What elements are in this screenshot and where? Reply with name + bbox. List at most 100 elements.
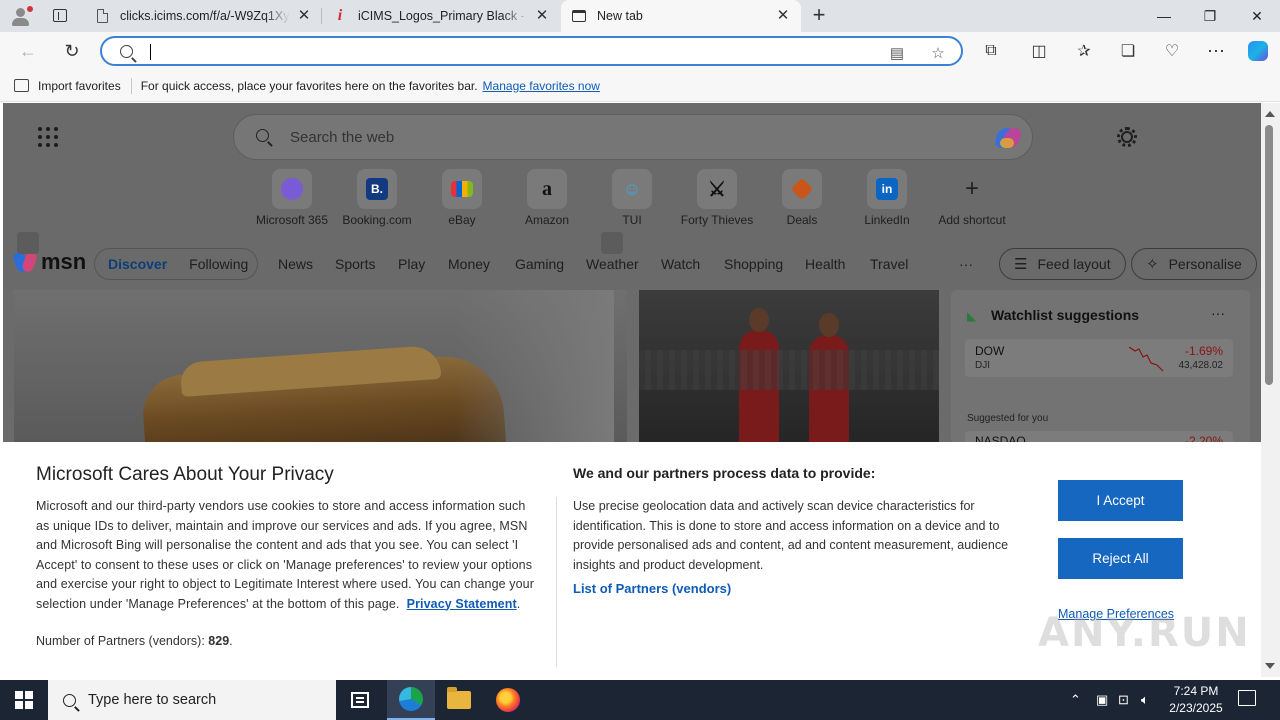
tab-close-icon[interactable]: ✕ <box>296 8 312 24</box>
news-card-football-image[interactable] <box>639 290 939 445</box>
edge-taskbar-icon[interactable] <box>387 680 435 720</box>
tab-icims-logos[interactable]: i iCIMS_Logos_Primary Black - Tea ✕ <box>322 0 560 32</box>
carousel-prev-icon[interactable] <box>17 232 39 254</box>
shortcut-booking[interactable]: B. Booking.com <box>335 169 419 227</box>
nav-travel[interactable]: Travel <box>870 256 908 272</box>
tab-discover[interactable]: Discover <box>108 256 167 272</box>
nav-more-icon[interactable]: ··· <box>959 256 973 272</box>
copilot-icon[interactable] <box>993 124 1023 152</box>
nav-shopping[interactable]: Shopping <box>724 256 783 272</box>
windows-taskbar: Type here to search ⌃ ▣ ⊡ 🔈︎ 7:24 PM 2/2… <box>0 680 1280 720</box>
network-icon[interactable]: ⊡ <box>1118 680 1129 720</box>
tab-close-icon[interactable]: ✕ <box>534 8 550 24</box>
clock[interactable]: 7:24 PM 2/23/2025 <box>1164 683 1228 717</box>
shortcut-ebay[interactable]: eBay <box>420 169 504 227</box>
personalise-button[interactable]: ✧ Personalise <box>1131 248 1257 280</box>
stock-price: 43,428.02 <box>1178 360 1224 371</box>
ntp-search-box[interactable]: Search the web <box>233 114 1033 160</box>
shortcut-label: Microsoft 365 <box>255 213 329 227</box>
shortcut-add[interactable]: + Add shortcut <box>930 169 1014 227</box>
scroll-down-icon[interactable] <box>1265 663 1275 669</box>
firefox-icon[interactable] <box>484 680 532 720</box>
stock-row-dow[interactable]: DOW DJI -1.69% 43,428.02 <box>965 339 1233 377</box>
refresh-icon[interactable]: ↻ <box>58 37 86 65</box>
app-launcher-icon[interactable] <box>38 127 58 147</box>
extensions-puzzle-icon[interactable]: ⧉ <box>977 37 1005 65</box>
show-hidden-icons-chevron-icon[interactable]: ⌃ <box>1070 680 1081 720</box>
privacy-title: Microsoft Cares About Your Privacy <box>36 464 334 485</box>
watchlist-more-icon[interactable]: ··· <box>1211 305 1225 321</box>
task-view-icon[interactable] <box>336 680 384 720</box>
tab-following[interactable]: Following <box>189 256 248 272</box>
tui-icon: ☺ <box>622 178 642 199</box>
tab-new-tab[interactable]: New tab ✕ <box>561 0 801 32</box>
partners-count: 829 <box>208 634 230 648</box>
list-of-partners-link[interactable]: List of Partners (vendors) <box>573 581 731 596</box>
tab-actions-icon[interactable] <box>50 6 70 26</box>
nav-play[interactable]: Play <box>398 256 425 272</box>
trend-icon: ◣ <box>967 309 977 323</box>
nav-news[interactable]: News <box>278 256 313 272</box>
nav-money[interactable]: Money <box>448 256 490 272</box>
profile-avatar-icon[interactable] <box>8 4 34 28</box>
shortcut-linkedin[interactable]: in LinkedIn <box>845 169 929 227</box>
settings-more-icon[interactable]: ⋯ <box>1202 37 1230 65</box>
shortcut-microsoft-365[interactable]: Microsoft 365 <box>250 169 334 227</box>
accept-button[interactable]: I Accept <box>1058 480 1183 521</box>
nav-gaming[interactable]: Gaming <box>515 256 564 272</box>
shortcut-forty-thieves[interactable]: ⚔ Forty Thieves <box>675 169 759 227</box>
shortcut-label: TUI <box>622 213 642 227</box>
windows-start-icon[interactable] <box>15 691 33 709</box>
collections-icon[interactable]: ❏ <box>1114 37 1142 65</box>
new-tab-plus-icon[interactable]: + <box>808 4 830 26</box>
scroll-up-icon[interactable] <box>1265 111 1275 117</box>
shortcut-tui[interactable]: ☺ TUI <box>590 169 674 227</box>
nav-watch[interactable]: Watch <box>661 256 700 272</box>
stock-sub: DJI <box>975 360 990 371</box>
favorite-star-icon[interactable]: ☆ <box>928 43 948 63</box>
immersive-reader-icon[interactable]: ▤ <box>887 43 907 63</box>
restore-icon[interactable]: ❐ <box>1187 0 1233 32</box>
tab-strip: clicks.icims.com/f/a/-W9Zq1Xy7 ✕ i iCIMS… <box>0 0 1280 32</box>
shortcut-label: Amazon <box>524 213 570 227</box>
volume-icon[interactable]: 🔈︎ <box>1141 680 1149 720</box>
address-bar[interactable]: ▤ ☆ <box>100 36 963 66</box>
shortcut-label: LinkedIn <box>864 213 910 227</box>
manage-favorites-link[interactable]: Manage favorites now <box>483 79 600 93</box>
notifications-icon[interactable] <box>1238 690 1256 706</box>
scroll-thumb[interactable] <box>1265 125 1273 385</box>
tab-close-icon[interactable]: ✕ <box>775 8 791 24</box>
nav-sports[interactable]: Sports <box>335 256 375 272</box>
swords-icon: ⚔ <box>708 178 726 201</box>
nav-weather[interactable]: Weather <box>586 256 639 272</box>
nav-health[interactable]: Health <box>805 256 845 272</box>
import-favorites-button[interactable]: Import favorites <box>14 79 121 93</box>
minimize-icon[interactable]: — <box>1141 0 1187 32</box>
reject-all-button[interactable]: Reject All <box>1058 538 1183 579</box>
gear-icon[interactable] <box>1115 125 1139 149</box>
device-icon[interactable]: ▣ <box>1096 680 1108 720</box>
address-input[interactable] <box>154 42 854 60</box>
taskbar-search-box[interactable]: Type here to search <box>48 680 336 720</box>
copilot-icon[interactable] <box>1244 37 1272 65</box>
feed-layout-button[interactable]: ☰ Feed layout <box>999 248 1126 280</box>
shortcut-amazon[interactable]: a Amazon <box>505 169 589 227</box>
split-screen-icon[interactable]: ◫ <box>1025 37 1053 65</box>
booking-icon: B. <box>366 178 388 200</box>
carousel-next-icon[interactable] <box>601 232 623 254</box>
tab-clicks-icims[interactable]: clicks.icims.com/f/a/-W9Zq1Xy7 ✕ <box>84 0 322 32</box>
news-card-food-image[interactable] <box>14 290 627 445</box>
favorites-icon[interactable]: ✰ <box>1070 37 1098 65</box>
back-arrow-icon[interactable]: ← <box>14 37 42 65</box>
shortcut-deals[interactable]: Deals <box>760 169 844 227</box>
privacy-statement-link[interactable]: Privacy Statement <box>407 597 517 611</box>
file-explorer-icon[interactable] <box>435 680 483 720</box>
shortcut-label: Booking.com <box>342 213 412 227</box>
close-window-icon[interactable]: ✕ <box>1234 0 1280 32</box>
page-scrollbar[interactable] <box>1261 103 1280 677</box>
navigation-bar: ← ↻ ▤ ☆ ⧉ ◫ ✰ ❏ ♡ ⋯ <box>0 32 1280 70</box>
tab-title: clicks.icims.com/f/a/-W9Zq1Xy7 <box>120 9 290 23</box>
browser-essentials-icon[interactable]: ♡ <box>1158 37 1186 65</box>
import-favorites-label: Import favorites <box>38 78 121 93</box>
shortcut-label: eBay <box>448 213 476 227</box>
